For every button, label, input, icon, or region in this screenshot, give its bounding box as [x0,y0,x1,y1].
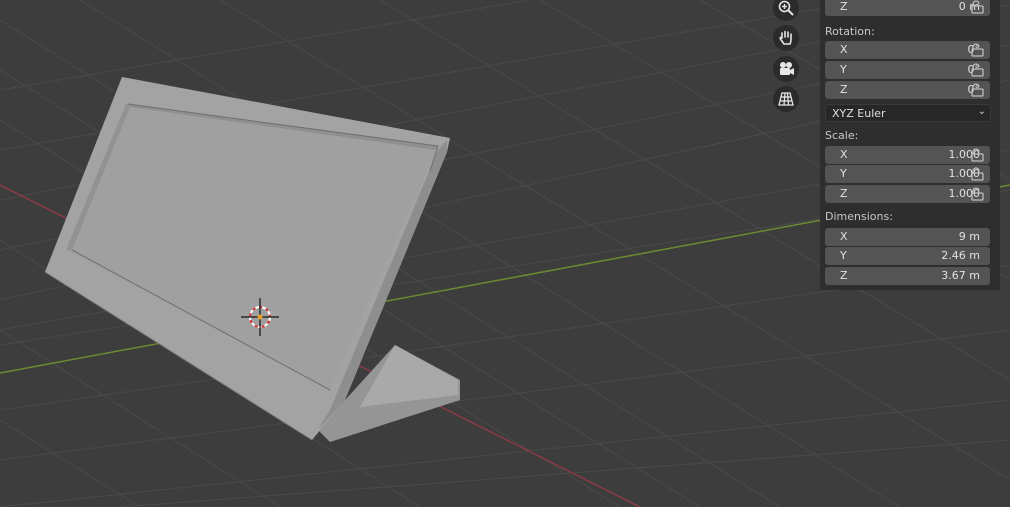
dimension-x-axis-label: X [840,230,848,243]
scale-y-field[interactable]: Y 1.000 [825,165,990,183]
lock-rotation-z-icon[interactable] [968,83,984,97]
rotation-mode-dropdown[interactable]: XYZ Euler ⌄ [825,104,991,122]
scale-y-axis-label: Y [840,167,847,180]
lock-location-z-icon[interactable] [968,0,984,14]
dimension-z-axis-label: Z [840,269,848,282]
lock-scale-z-icon[interactable] [968,187,984,201]
dimension-z-value: 3.67 m [941,269,980,282]
dimension-x-field[interactable]: X 9 m [825,228,990,246]
scale-z-axis-label: Z [840,187,848,200]
camera-icon[interactable] [773,56,799,82]
dimension-x-value: 9 m [958,230,980,243]
hand-pan-icon[interactable] [773,25,799,51]
rotation-x-field[interactable]: X 0° [825,41,990,59]
rotation-z-axis-label: Z [840,83,848,96]
rotation-y-field[interactable]: Y 0° [825,61,990,79]
dimension-y-value: 2.46 m [941,249,980,262]
lock-scale-y-icon[interactable] [968,167,984,181]
grid-icon[interactable] [773,86,799,112]
dimension-z-field[interactable]: Z 3.67 m [825,267,990,285]
dimension-y-axis-label: Y [840,249,847,262]
dimensions-label: Dimensions: [825,210,893,223]
scale-z-field[interactable]: Z 1.000 [825,185,990,203]
scale-x-axis-label: X [840,148,848,161]
location-z-axis-label: Z [840,0,848,13]
scale-label: Scale: [825,129,859,142]
chevron-down-icon: ⌄ [977,106,986,117]
dimension-y-field[interactable]: Y 2.46 m [825,247,990,265]
rotation-y-axis-label: Y [840,63,847,76]
lock-rotation-y-icon[interactable] [968,63,984,77]
lock-scale-x-icon[interactable] [968,148,984,162]
lock-rotation-x-icon[interactable] [968,43,984,57]
rotation-mode-value: XYZ Euler [832,107,886,120]
rotation-label: Rotation: [825,25,875,38]
rotation-z-field[interactable]: Z 0° [825,81,990,99]
scale-x-field[interactable]: X 1.000 [825,146,990,164]
location-z-field[interactable]: Z 0 m [825,0,990,16]
rotation-x-axis-label: X [840,43,848,56]
